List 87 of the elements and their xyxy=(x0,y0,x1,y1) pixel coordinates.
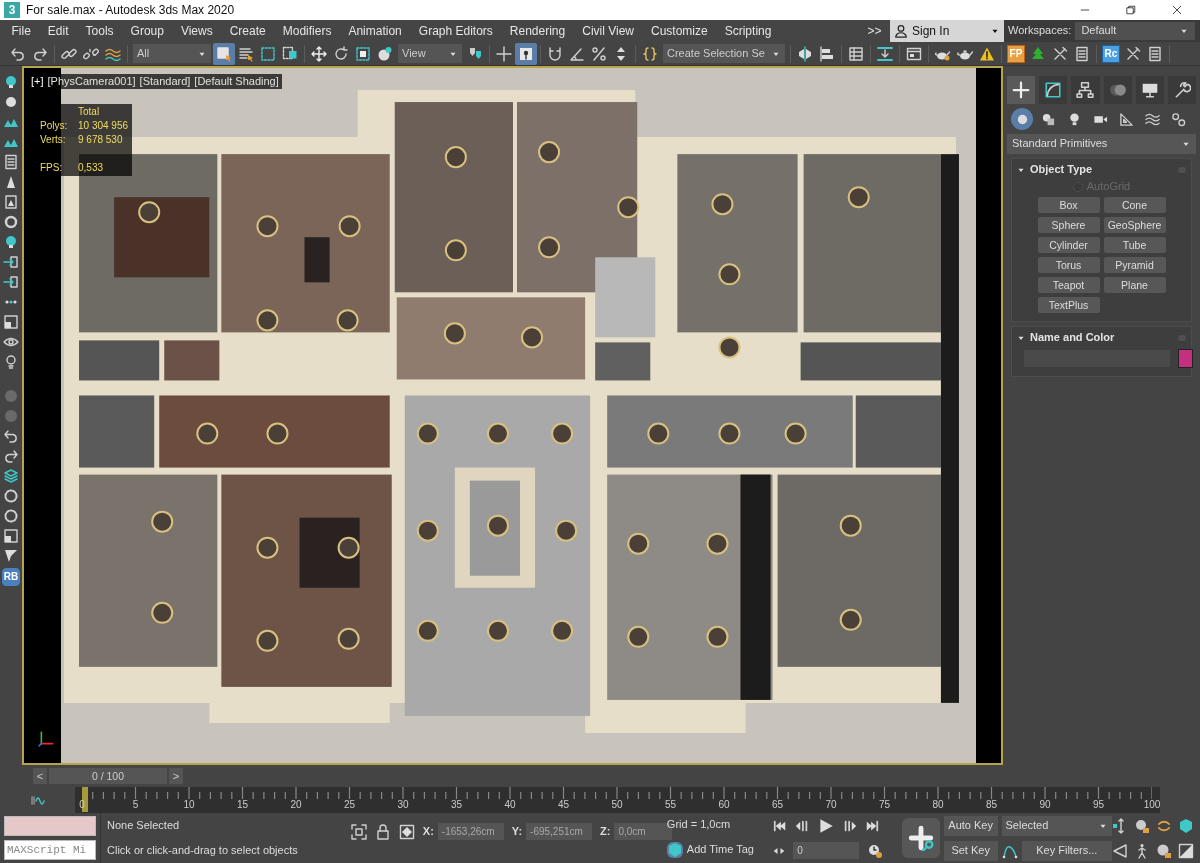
coordinate-field[interactable]: -695,251cm xyxy=(526,823,593,840)
tick-label: 35 xyxy=(450,799,463,811)
tick-label: 75 xyxy=(878,799,891,811)
tick-label: 10 xyxy=(183,799,195,811)
tick-label: 45 xyxy=(557,799,570,811)
primitive-button[interactable]: Torus xyxy=(1037,257,1100,274)
menu-item[interactable]: Views xyxy=(172,23,222,39)
dropdown[interactable]: All xyxy=(133,44,211,63)
tick-label: 70 xyxy=(825,799,837,811)
tick-label: 30 xyxy=(397,799,409,811)
previous-frame-button[interactable]: < xyxy=(33,768,47,784)
dropdown[interactable]: View xyxy=(398,44,462,63)
stats-value: 9 678 530 xyxy=(78,134,124,146)
menu-item[interactable]: Create xyxy=(221,23,275,39)
tick-label: 15 xyxy=(236,799,249,811)
menu-item[interactable]: Rendering xyxy=(501,23,574,39)
workspaces-label: Workspaces: xyxy=(1008,24,1072,38)
window-title: For sale.max - Autodesk 3ds Max 2020 xyxy=(26,2,236,18)
time-tag-label[interactable]: Add Time Tag xyxy=(686,843,754,857)
menu-item[interactable]: Tools xyxy=(77,23,123,39)
prompt-text: Click or click-and-drag to select objects xyxy=(107,843,299,858)
menu-overflow-button[interactable]: >> xyxy=(859,23,890,39)
tick-label: 90 xyxy=(1039,799,1051,811)
tick-label: 65 xyxy=(771,799,784,811)
primitive-button[interactable]: Pyramid xyxy=(1103,257,1166,274)
primitive-button[interactable]: Cylinder xyxy=(1037,237,1100,254)
tick-label: 50 xyxy=(611,799,623,811)
coordinate-label: X: xyxy=(422,824,434,839)
primitive-button[interactable]: TextPlus xyxy=(1037,297,1100,314)
stats-value: 10 304 956 xyxy=(78,120,129,132)
tick-label: 0 xyxy=(79,799,85,811)
coordinate-field[interactable]: -1653,26cm xyxy=(437,823,504,840)
coordinate-label: Y: xyxy=(511,824,523,839)
sign-in-dropdown[interactable]: Sign In xyxy=(890,20,1004,42)
primitive-button[interactable]: Cone xyxy=(1103,197,1166,214)
tick-label: 55 xyxy=(664,799,677,811)
set-key-button[interactable]: Set Key xyxy=(943,840,998,861)
category-dropdown[interactable]: Standard Primitives xyxy=(1007,134,1196,154)
menu-item[interactable]: Group xyxy=(122,23,173,39)
stats-label: Verts: xyxy=(40,134,67,146)
app-logo: 3 xyxy=(4,2,20,18)
tick-label: 5 xyxy=(132,799,139,811)
tick-label: 95 xyxy=(1092,799,1105,811)
menu-item[interactable]: Customize xyxy=(642,23,717,39)
viewport-menu-button[interactable]: [+] xyxy=(31,75,44,89)
tick-label: 80 xyxy=(932,799,944,811)
viewport-label[interactable]: [PhysCamera001] xyxy=(47,75,136,89)
primitive-button[interactable]: Plane xyxy=(1103,277,1166,294)
tick-label: 60 xyxy=(718,799,730,811)
menu-item[interactable]: File xyxy=(3,23,40,39)
key-filters-button[interactable]: Key Filters... xyxy=(1021,840,1112,861)
viewport-label[interactable]: [Default Shading] xyxy=(194,75,279,89)
coordinate-label: Z: xyxy=(600,824,611,839)
rollout-title[interactable]: Name and Color xyxy=(1030,331,1173,345)
menu-item[interactable]: Modifiers xyxy=(274,23,340,39)
tick-label: 85 xyxy=(985,799,998,811)
dropdown[interactable]: Create Selection Se xyxy=(663,44,785,63)
viewport[interactable]: [+] [PhysCamera001] [Standard] [Default Shading] Total Polys: 10 304 956 Verts: 9 678 530 FPS: 0,533 xyxy=(22,66,1003,765)
selection-status: None Selected xyxy=(107,818,181,833)
key-mode-dropdown[interactable]: Selected xyxy=(1001,815,1112,836)
listener-output[interactable]: MAXScript Mi xyxy=(4,840,96,860)
rollout-title[interactable]: Object Type xyxy=(1030,163,1173,177)
tick-label: 40 xyxy=(504,799,516,811)
menu-item[interactable]: Civil View xyxy=(573,23,643,39)
primitive-button[interactable]: Box xyxy=(1037,197,1100,214)
menu-item[interactable]: Edit xyxy=(39,23,78,39)
next-frame-button[interactable]: > xyxy=(169,768,183,784)
menu-item[interactable]: Animation xyxy=(339,23,411,39)
primitive-button[interactable]: GeoSphere xyxy=(1103,217,1166,234)
tick-label: 20 xyxy=(290,799,302,811)
primitive-button[interactable]: Tube xyxy=(1103,237,1166,254)
tick-label: 25 xyxy=(343,799,356,811)
primitive-button[interactable]: Teapot xyxy=(1037,277,1100,294)
workspaces-dropdown[interactable]: Default xyxy=(1075,22,1196,40)
stats-value: 0,533 xyxy=(78,162,105,174)
menu-item[interactable]: Scripting xyxy=(716,23,780,39)
auto-key-button[interactable]: Auto Key xyxy=(943,815,998,836)
stats-label: FPS: xyxy=(40,162,64,174)
stats-label: Polys: xyxy=(40,120,69,132)
menu-item[interactable]: Graph Editors xyxy=(410,23,502,39)
frame-field[interactable]: 0 xyxy=(793,842,860,860)
toolbar-button[interactable]: RB xyxy=(2,568,20,586)
tick-label: 100 xyxy=(1143,799,1161,811)
stats-header: Total xyxy=(78,106,101,118)
primitive-button[interactable]: Sphere xyxy=(1037,217,1100,234)
frame-counter: 0 / 100 xyxy=(49,768,167,784)
viewport-label[interactable]: [Standard] xyxy=(139,75,191,89)
